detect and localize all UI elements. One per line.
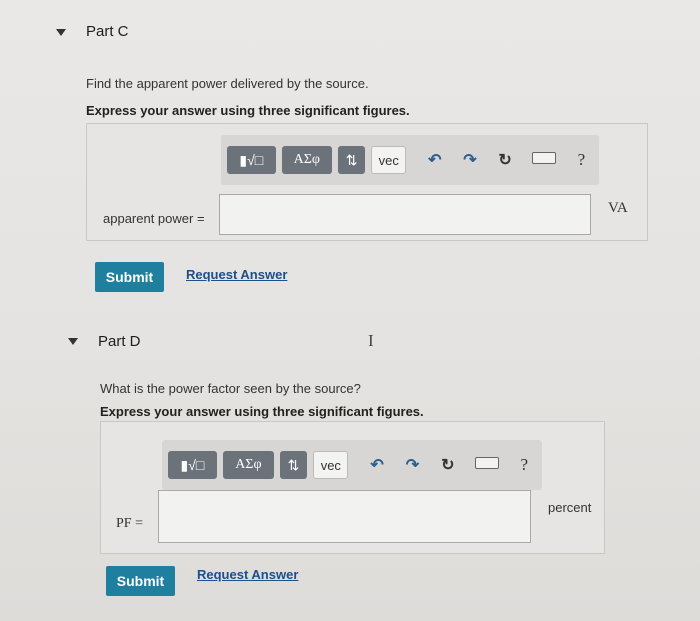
part-c-math-toolbar: ▮√□ ΑΣφ ⇅ vec ↶ ↷ ↻ ?	[221, 135, 599, 185]
greek-symbols-button[interactable]: ΑΣφ	[281, 146, 333, 174]
part-d-math-toolbar: ▮√□ ΑΣφ ⇅ vec ↶ ↷ ↻ ?	[162, 440, 542, 490]
part-c-request-answer-link[interactable]: Request Answer	[186, 267, 287, 282]
part-c-question: Find the apparent power delivered by the…	[86, 76, 369, 91]
pf-label: PF =	[116, 516, 143, 531]
vec-button[interactable]: vec	[371, 146, 407, 174]
reset-icon[interactable]: ↻	[433, 455, 462, 475]
greek-symbols-button[interactable]: ΑΣφ	[222, 451, 274, 479]
vec-button[interactable]: vec	[313, 451, 349, 479]
apparent-power-input[interactable]	[219, 194, 591, 235]
greek-symbols-icon: ΑΣφ	[293, 152, 320, 167]
pf-unit: percent	[548, 500, 592, 515]
pf-input[interactable]	[158, 490, 531, 543]
keyboard-icon[interactable]	[531, 151, 556, 169]
part-c-title[interactable]: Part C	[86, 23, 129, 40]
part-d-question: What is the power factor seen by the sou…	[100, 381, 361, 396]
text-cursor-icon: I	[368, 331, 374, 350]
part-d-request-answer-link[interactable]: Request Answer	[197, 567, 298, 582]
part-d-submit-button[interactable]: Submit	[106, 566, 175, 596]
part-c-instruction: Express your answer using three signific…	[86, 103, 410, 118]
part-d-instruction: Express your answer using three signific…	[100, 404, 424, 419]
part-d-title[interactable]: Part D	[98, 333, 141, 350]
keyboard-icon[interactable]	[474, 456, 499, 474]
redo-icon[interactable]: ↷	[455, 150, 484, 170]
arrows-button[interactable]: ⇅	[338, 146, 366, 174]
undo-icon[interactable]: ↶	[420, 150, 449, 170]
redo-icon[interactable]: ↷	[398, 455, 427, 475]
templates-icon: ▮√□	[180, 456, 205, 473]
part-c-submit-button[interactable]: Submit	[95, 262, 164, 292]
help-icon[interactable]: ?	[513, 455, 536, 475]
up-down-arrows-icon: ⇅	[345, 151, 358, 168]
collapse-part-c-icon[interactable]	[56, 29, 66, 36]
templates-button[interactable]: ▮√□	[168, 451, 217, 479]
help-icon[interactable]: ?	[570, 150, 593, 170]
templates-icon: ▮√□	[239, 151, 264, 168]
reset-icon[interactable]: ↻	[491, 150, 520, 170]
apparent-power-unit: VA	[608, 200, 628, 216]
greek-symbols-icon: ΑΣφ	[235, 457, 262, 472]
undo-icon[interactable]: ↶	[362, 455, 391, 475]
collapse-part-d-icon[interactable]	[68, 338, 78, 345]
arrows-button[interactable]: ⇅	[279, 451, 308, 479]
templates-button[interactable]: ▮√□	[227, 146, 276, 174]
up-down-arrows-icon: ⇅	[287, 456, 300, 473]
apparent-power-label: apparent power =	[103, 211, 205, 226]
